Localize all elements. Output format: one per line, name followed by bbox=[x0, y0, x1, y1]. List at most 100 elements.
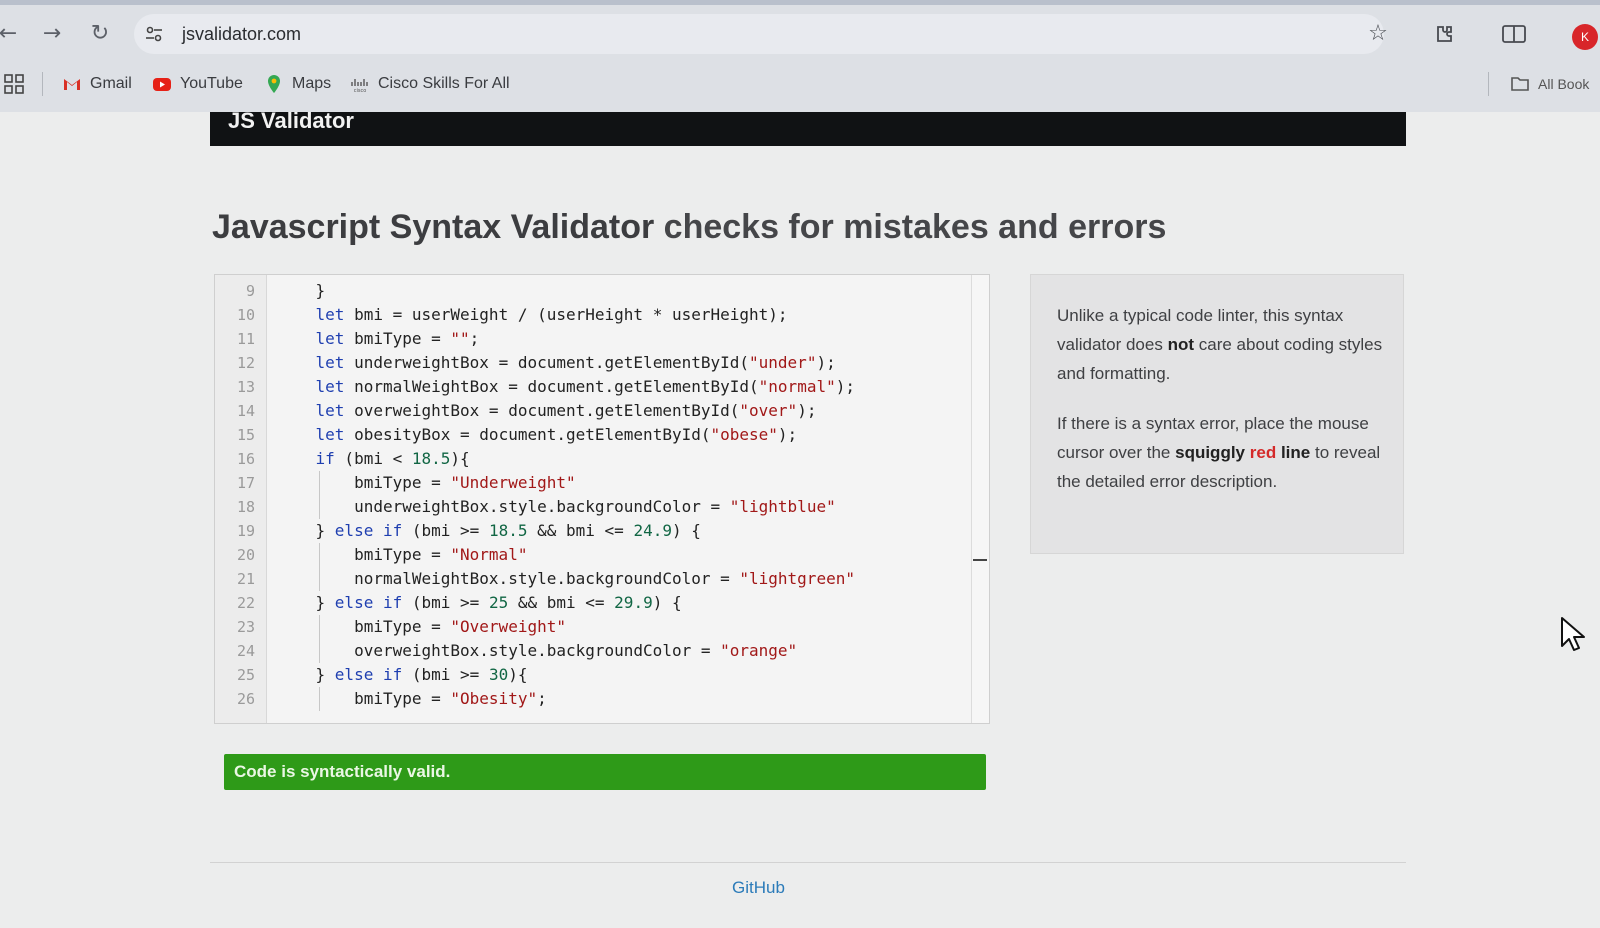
bookmark-label: YouTube bbox=[180, 75, 243, 92]
code-line[interactable]: } else if (bmi >= 18.5 && bmi <= 24.9) { bbox=[277, 519, 701, 543]
indent-guide bbox=[319, 687, 320, 711]
code-token: ) { bbox=[671, 521, 701, 540]
code-token: ); bbox=[777, 425, 798, 444]
bookmark-cisco[interactable]: cisco Cisco Skills For All bbox=[350, 70, 510, 98]
line-number-gutter: 9 10 11 12 13 14 15 16 17 18 19 20 21 22 23 24 25 26 bbox=[215, 275, 267, 723]
code-token: 25 bbox=[488, 593, 509, 612]
code-token: "lightblue" bbox=[729, 497, 836, 516]
back-icon[interactable]: ← bbox=[0, 20, 22, 48]
code-token: bmiType = bbox=[277, 617, 451, 636]
code-line[interactable]: underweightBox.style.backgroundColor = "… bbox=[277, 495, 836, 519]
reload-icon[interactable]: ↻ bbox=[86, 20, 114, 48]
code-token: let bbox=[315, 377, 345, 396]
info-paragraph-2: If there is a syntax error, place the mo… bbox=[1057, 409, 1383, 496]
site-settings-icon[interactable] bbox=[144, 24, 164, 44]
code-token: bmiType = bbox=[277, 689, 451, 708]
code-token: obesityBox = document.getElementById( bbox=[344, 425, 711, 444]
code-line[interactable]: overweightBox.style.backgroundColor = "o… bbox=[277, 639, 797, 663]
editor-scrollbar[interactable] bbox=[971, 275, 989, 723]
indent-guide bbox=[319, 615, 320, 663]
code-token: else if bbox=[334, 521, 403, 540]
code-token: 30 bbox=[488, 665, 509, 684]
code-token: underweightBox = document.getElementById… bbox=[344, 353, 750, 372]
code-token: (bmi >= bbox=[402, 521, 489, 540]
tab-strip bbox=[0, 0, 1600, 5]
code-line[interactable]: let underweightBox = document.getElement… bbox=[277, 351, 836, 375]
all-bookmarks-button[interactable]: All Book bbox=[1510, 70, 1589, 98]
code-token: "under" bbox=[749, 353, 817, 372]
code-token: ; bbox=[537, 689, 547, 708]
code-token: let bbox=[315, 329, 345, 348]
code-line[interactable]: let bmi = userWeight / (userHeight * use… bbox=[277, 303, 788, 327]
code-token: ){ bbox=[508, 665, 528, 684]
bookmarks-divider bbox=[42, 72, 43, 96]
forward-icon[interactable]: → bbox=[38, 20, 66, 48]
code-token: overweightBox.style.backgroundColor = bbox=[277, 641, 721, 660]
bookmark-youtube[interactable]: YouTube bbox=[152, 70, 243, 98]
code-token: let bbox=[315, 401, 345, 420]
code-line[interactable]: let obesityBox = document.getElementById… bbox=[277, 423, 798, 447]
extensions-icon[interactable] bbox=[1430, 20, 1458, 48]
line-number: 23 bbox=[236, 618, 255, 636]
code-token: "Normal" bbox=[450, 545, 528, 564]
page-title-strong: Javascript Syntax Validator bbox=[212, 208, 655, 246]
code-token: 29.9 bbox=[614, 593, 653, 612]
site-title[interactable]: JS Validator bbox=[228, 108, 354, 134]
line-number: 21 bbox=[236, 570, 255, 588]
code-token: "orange" bbox=[720, 641, 798, 660]
code-line[interactable]: let normalWeightBox = document.getElemen… bbox=[277, 375, 855, 399]
line-number: 12 bbox=[236, 354, 255, 372]
code-line[interactable]: let overweightBox = document.getElementB… bbox=[277, 399, 817, 423]
bookmark-star-icon[interactable]: ☆ bbox=[1364, 20, 1392, 48]
code-token: } bbox=[277, 665, 335, 684]
code-token: ){ bbox=[450, 449, 470, 468]
profile-avatar[interactable]: K bbox=[1572, 24, 1598, 50]
apps-grid-icon[interactable] bbox=[4, 74, 24, 94]
code-token: ); bbox=[797, 401, 817, 420]
code-line[interactable]: bmiType = "Obesity"; bbox=[277, 687, 547, 711]
code-line[interactable]: } else if (bmi >= 30){ bbox=[277, 663, 528, 687]
reading-mode-icon[interactable] bbox=[1500, 20, 1528, 48]
code-token: ); bbox=[816, 353, 836, 372]
code-line[interactable]: } else if (bmi >= 25 && bmi <= 29.9) { bbox=[277, 591, 682, 615]
code-token: let bbox=[315, 425, 345, 444]
bookmark-gmail[interactable]: Gmail bbox=[62, 70, 132, 98]
info-panel: Unlike a typical code linter, this synta… bbox=[1030, 274, 1404, 554]
youtube-icon bbox=[153, 78, 171, 91]
code-token: "" bbox=[450, 329, 470, 348]
validation-status-bar: Code is syntactically valid. bbox=[224, 754, 986, 790]
page-title-rest: checks for mistakes and errors bbox=[654, 208, 1167, 246]
bookmarks-divider-right bbox=[1488, 72, 1489, 96]
code-token: underweightBox.style.backgroundColor = bbox=[277, 497, 730, 516]
line-number: 19 bbox=[236, 522, 255, 540]
line-number: 20 bbox=[236, 546, 255, 564]
code-token: bmiType = bbox=[344, 329, 451, 348]
github-link[interactable]: GitHub bbox=[732, 878, 785, 898]
line-number: 25 bbox=[236, 666, 255, 684]
address-bar[interactable]: jsvalidator.com bbox=[134, 14, 1384, 54]
code-line[interactable]: normalWeightBox.style.backgroundColor = … bbox=[277, 567, 855, 591]
bookmark-maps[interactable]: Maps bbox=[264, 70, 331, 98]
bookmark-label: Maps bbox=[292, 75, 332, 92]
svg-text:cisco: cisco bbox=[354, 88, 367, 94]
code-line[interactable]: bmiType = "Normal" bbox=[277, 543, 527, 567]
browser-chrome: ← → ↻ jsvalidator.com ☆ K Gmail YouTube … bbox=[0, 0, 1600, 112]
validation-status-text: Code is syntactically valid. bbox=[234, 762, 451, 781]
indent-guide bbox=[319, 543, 320, 591]
code-line[interactable]: if (bmi < 18.5){ bbox=[277, 447, 470, 471]
all-bookmarks-label: All Book bbox=[1538, 76, 1590, 92]
code-editor[interactable]: 9 10 11 12 13 14 15 16 17 18 19 20 21 22 23 24 25 26 } le… bbox=[214, 274, 990, 724]
code-line[interactable]: } bbox=[277, 279, 326, 303]
code-line[interactable]: bmiType = "Overweight" bbox=[277, 615, 566, 639]
code-area[interactable]: } let bmi = userWeight / (userHeight * u… bbox=[267, 275, 959, 723]
code-line[interactable]: let bmiType = ""; bbox=[277, 327, 480, 351]
code-line[interactable]: bmiType = "Underweight" bbox=[277, 471, 576, 495]
code-token: "Underweight" bbox=[450, 473, 576, 492]
mouse-pointer-icon bbox=[1561, 617, 1585, 651]
code-token: overweightBox = document.getElementById( bbox=[344, 401, 740, 420]
code-token: (bmi >= bbox=[402, 593, 489, 612]
code-token: bmi = userWeight / (userHeight * userHei… bbox=[344, 305, 788, 324]
url-text[interactable]: jsvalidator.com bbox=[182, 24, 301, 45]
code-token: "over" bbox=[739, 401, 798, 420]
